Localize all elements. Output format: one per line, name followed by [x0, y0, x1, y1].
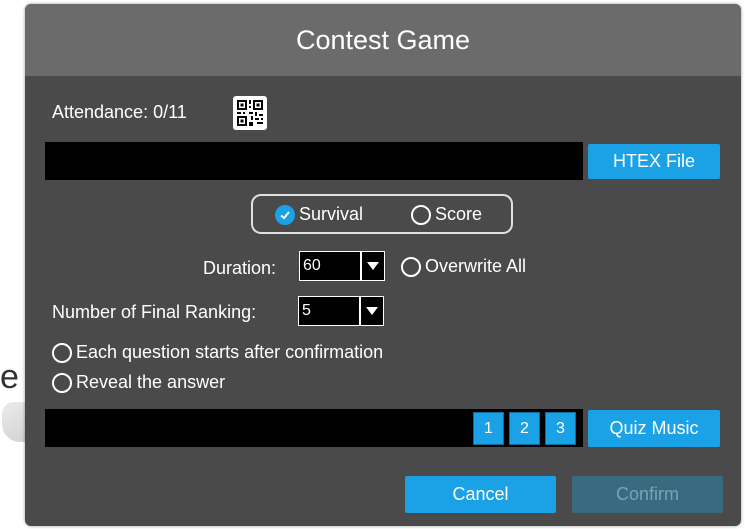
- each-question-confirm-radio[interactable]: Each question starts after confirmation: [52, 342, 383, 363]
- score-radio[interactable]: Score: [411, 204, 482, 225]
- reveal-answer-radio[interactable]: Reveal the answer: [52, 372, 225, 393]
- background-decoration: [2, 402, 26, 442]
- each-question-confirm-label: Each question starts after confirmation: [76, 342, 384, 362]
- game-mode-group: Survival Score: [251, 194, 513, 234]
- quiz-music-button[interactable]: Quiz Music: [588, 410, 720, 447]
- final-ranking-value: 5: [302, 302, 311, 319]
- confirm-button[interactable]: Confirm: [572, 476, 723, 513]
- final-ranking-select[interactable]: 5: [298, 296, 384, 326]
- reveal-answer-label: Reveal the answer: [76, 372, 226, 392]
- cancel-button-label: Cancel: [452, 484, 509, 504]
- survival-radio-label: Survival: [299, 204, 364, 224]
- confirm-button-label: Confirm: [615, 484, 679, 504]
- radio-unchecked-icon: [52, 342, 72, 363]
- cancel-button[interactable]: Cancel: [405, 476, 556, 513]
- music-track-1-button[interactable]: 1: [473, 412, 504, 445]
- score-radio-label: Score: [435, 204, 483, 224]
- background-text-fragment: e: [0, 358, 19, 396]
- htex-file-button-label: HTEX File: [612, 151, 695, 171]
- attendance-label: Attendance: 0/11: [52, 102, 187, 122]
- duration-value: 60: [303, 257, 321, 274]
- qr-code-icon[interactable]: [233, 96, 267, 130]
- radio-unchecked-icon: [401, 256, 421, 277]
- htex-file-path-field[interactable]: [45, 142, 583, 180]
- checkmark-icon: [275, 204, 295, 225]
- overwrite-all-label: Overwrite All: [425, 256, 527, 276]
- duration-select[interactable]: 60: [299, 251, 385, 281]
- radio-unchecked-icon: [52, 372, 72, 393]
- music-track-3-label: 3: [556, 419, 565, 437]
- dialog-title: Contest Game: [295, 24, 471, 55]
- contest-game-dialog: Contest Game Attendance: 0/11 HTEX File …: [25, 4, 741, 526]
- music-track-3-button[interactable]: 3: [545, 412, 576, 445]
- survival-radio[interactable]: Survival: [275, 204, 363, 225]
- music-track-2-button[interactable]: 2: [509, 412, 540, 445]
- htex-file-button[interactable]: HTEX File: [588, 144, 720, 179]
- quiz-music-button-label: Quiz Music: [609, 418, 699, 438]
- overwrite-all-radio[interactable]: Overwrite All: [401, 256, 526, 277]
- duration-label: Duration:: [203, 258, 277, 278]
- music-track-1-label: 1: [484, 419, 493, 437]
- music-track-2-label: 2: [520, 419, 529, 437]
- dialog-title-bar: Contest Game: [25, 4, 741, 76]
- chevron-down-icon: [359, 297, 383, 325]
- chevron-down-icon: [360, 252, 384, 280]
- final-ranking-label: Number of Final Ranking:: [52, 302, 257, 322]
- radio-unchecked-icon: [411, 204, 431, 225]
